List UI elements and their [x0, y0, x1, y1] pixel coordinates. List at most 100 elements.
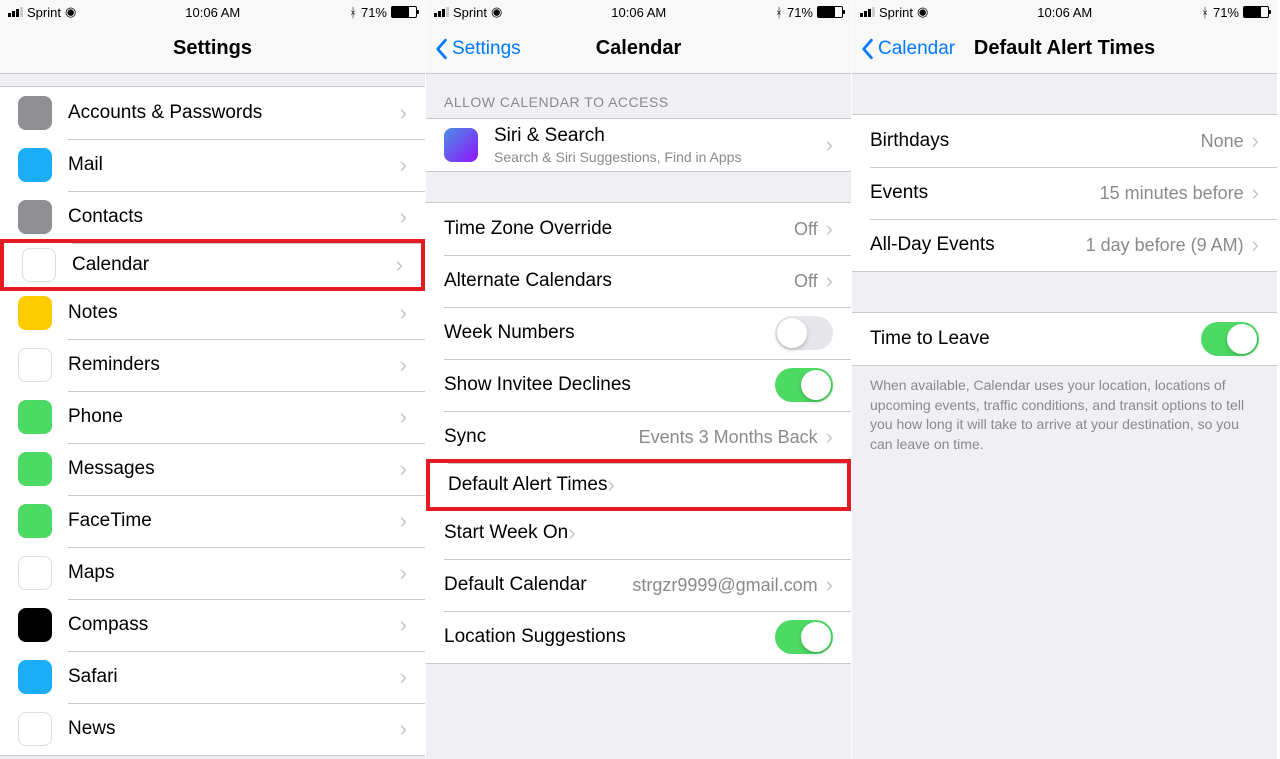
row-mail[interactable]: Mail › [0, 139, 425, 191]
reminders-icon [18, 348, 52, 382]
battery-label: 71% [787, 5, 813, 20]
chevron-right-icon: › [568, 520, 575, 546]
chevron-right-icon: › [400, 152, 407, 178]
chevron-right-icon: › [400, 352, 407, 378]
bluetooth-icon: ᚼ [1201, 5, 1209, 20]
toggle-week-numbers[interactable] [775, 316, 833, 350]
chevron-right-icon: › [400, 560, 407, 586]
row-messages[interactable]: Messages › [0, 443, 425, 495]
row-show-invitee-declines[interactable]: Show Invitee Declines [426, 359, 851, 411]
chevron-right-icon: › [396, 252, 403, 278]
chevron-right-icon: › [1252, 128, 1259, 154]
row-timezone-override[interactable]: Time Zone OverrideOff› [426, 203, 851, 255]
chevron-right-icon: › [826, 572, 833, 598]
row-label: Contacts [68, 206, 143, 228]
row-calendar[interactable]: Calendar › [0, 239, 425, 291]
chevron-right-icon: › [400, 100, 407, 126]
messages-icon [18, 452, 52, 486]
bluetooth-icon: ᚼ [349, 5, 357, 20]
row-label: Calendar [72, 254, 149, 276]
row-safari[interactable]: Safari › [0, 651, 425, 703]
safari-icon [18, 660, 52, 694]
row-maps[interactable]: Maps› [0, 547, 425, 599]
mail-icon [18, 148, 52, 182]
facetime-icon [18, 504, 52, 538]
screen-settings: Sprint◉ 10:06 AM ᚼ71% Settings Accounts … [0, 0, 426, 759]
row-time-to-leave[interactable]: Time to Leave [852, 313, 1277, 365]
battery-label: 71% [361, 5, 387, 20]
signal-icon [860, 7, 875, 17]
alert-times-list[interactable]: BirthdaysNone› Events15 minutes before› … [852, 74, 1277, 759]
row-facetime[interactable]: FaceTime› [0, 495, 425, 547]
chevron-right-icon: › [1252, 180, 1259, 206]
wifi-icon: ◉ [491, 4, 502, 20]
siri-label: Siri & Search [494, 125, 826, 147]
row-accounts-passwords[interactable]: Accounts & Passwords › [0, 87, 425, 139]
news-icon [18, 712, 52, 746]
chevron-right-icon: › [400, 664, 407, 690]
row-news[interactable]: News› [0, 703, 425, 755]
chevron-right-icon: › [400, 456, 407, 482]
maps-icon [18, 556, 52, 590]
row-label: Compass [68, 614, 148, 636]
status-bar: Sprint◉ 10:06 AM ᚼ71% [852, 0, 1277, 24]
row-sync[interactable]: SyncEvents 3 Months Back› [426, 411, 851, 463]
row-notes[interactable]: Notes› [0, 287, 425, 339]
time-label: 10:06 AM [611, 5, 666, 20]
battery-label: 71% [1213, 5, 1239, 20]
row-location-suggestions[interactable]: Location Suggestions [426, 611, 851, 663]
row-label: Accounts & Passwords [68, 102, 262, 124]
chevron-right-icon: › [1252, 232, 1259, 258]
row-compass[interactable]: Compass › [0, 599, 425, 651]
battery-icon [391, 6, 417, 18]
row-label: Mail [68, 154, 103, 176]
accounts-passwords-icon [18, 96, 52, 130]
time-to-leave-footer: When available, Calendar uses your locat… [852, 366, 1277, 462]
row-label: Safari [68, 666, 118, 688]
status-bar: Sprint◉ 10:06 AM ᚼ71% [426, 0, 851, 24]
nav-bar: Settings [0, 24, 425, 74]
phone-icon [18, 400, 52, 434]
chevron-left-icon [434, 38, 448, 60]
row-phone[interactable]: Phone› [0, 391, 425, 443]
back-button[interactable]: Settings [426, 38, 521, 60]
row-events[interactable]: Events15 minutes before› [852, 167, 1277, 219]
screen-calendar-settings: Sprint◉ 10:06 AM ᚼ71% Settings Calendar … [426, 0, 852, 759]
compass-icon [18, 608, 52, 642]
siri-sublabel: Search & Siri Suggestions, Find in Apps [494, 149, 826, 165]
calendar-settings-list[interactable]: ALLOW CALENDAR TO ACCESS Siri & Search S… [426, 74, 851, 759]
row-start-week-on[interactable]: Start Week On› [426, 507, 851, 559]
row-label: News [68, 718, 116, 740]
calendar-icon [22, 248, 56, 282]
row-label: Messages [68, 458, 155, 480]
row-label: FaceTime [68, 510, 152, 532]
row-alternate-calendars[interactable]: Alternate CalendarsOff› [426, 255, 851, 307]
row-contacts[interactable]: Contacts› [0, 191, 425, 243]
battery-icon [817, 6, 843, 18]
back-button[interactable]: Calendar [852, 38, 955, 60]
page-title: Settings [0, 37, 425, 60]
toggle-location-suggestions[interactable] [775, 620, 833, 654]
chevron-right-icon: › [826, 268, 833, 294]
row-siri-search[interactable]: Siri & Search Search & Siri Suggestions,… [426, 119, 851, 171]
settings-list[interactable]: Accounts & Passwords›Mail›Contacts›Calen… [0, 74, 425, 759]
row-default-calendar[interactable]: Default Calendarstrgzr9999@gmail.com› [426, 559, 851, 611]
chevron-right-icon: › [826, 132, 833, 158]
battery-icon [1243, 6, 1269, 18]
toggle-time-to-leave[interactable] [1201, 322, 1259, 356]
nav-bar: Calendar Default Alert Times [852, 24, 1277, 74]
row-reminders[interactable]: Reminders› [0, 339, 425, 391]
row-birthdays[interactable]: BirthdaysNone› [852, 115, 1277, 167]
chevron-right-icon: › [826, 216, 833, 242]
row-all-day-events[interactable]: All-Day Events1 day before (9 AM)› [852, 219, 1277, 271]
carrier-label: Sprint [453, 5, 487, 20]
row-week-numbers[interactable]: Week Numbers [426, 307, 851, 359]
row-label: Notes [68, 302, 118, 324]
chevron-right-icon: › [400, 612, 407, 638]
wifi-icon: ◉ [65, 4, 76, 20]
row-default-alert-times[interactable]: Default Alert Times› [426, 459, 851, 511]
carrier-label: Sprint [879, 5, 913, 20]
screen-default-alert-times: Sprint◉ 10:06 AM ᚼ71% Calendar Default A… [852, 0, 1278, 759]
notes-icon [18, 296, 52, 330]
toggle-invitee-declines[interactable] [775, 368, 833, 402]
